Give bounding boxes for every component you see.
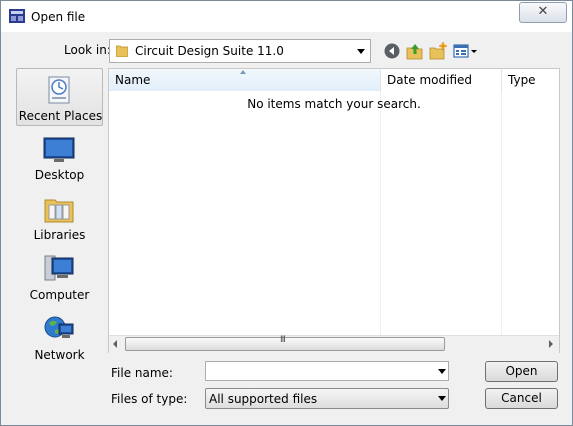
back-icon[interactable] (383, 42, 401, 60)
view-menu-icon[interactable] (453, 42, 479, 60)
open-file-dialog: Open file ✕ Look in: Circuit Design Suit… (0, 0, 573, 426)
place-computer[interactable]: Computer (16, 248, 103, 306)
place-label: Desktop (34, 168, 85, 182)
places-bar: Recent Places Desktop Libraries Computer… (16, 68, 103, 368)
files-of-type-select[interactable]: All supported files (205, 388, 449, 409)
files-of-type-label: Files of type: (111, 392, 188, 406)
file-name-label: File name: (111, 366, 173, 380)
chevron-down-icon[interactable] (438, 369, 446, 374)
files-of-type-value: All supported files (209, 392, 318, 406)
grip-icon: III (280, 335, 286, 345)
scroll-left-icon[interactable] (113, 340, 117, 348)
computer-icon (44, 255, 74, 281)
place-label: Recent Places (18, 109, 103, 123)
column-divider (501, 91, 502, 335)
new-folder-icon[interactable] (429, 42, 447, 60)
horizontal-scrollbar[interactable]: III (109, 335, 559, 353)
column-divider (380, 91, 381, 335)
file-list[interactable]: Name Date modified Type No items match y… (108, 68, 560, 353)
scroll-right-icon[interactable] (549, 340, 553, 348)
place-label: Network (34, 348, 85, 362)
up-folder-icon[interactable] (406, 42, 424, 60)
place-desktop[interactable]: Desktop (16, 128, 103, 186)
place-network[interactable]: Network (16, 308, 103, 366)
column-header-date-modified[interactable]: Date modified (381, 69, 502, 91)
look-in-value: Circuit Design Suite 11.0 (135, 44, 284, 58)
desktop-icon (43, 137, 75, 162)
place-libraries[interactable]: Libraries (16, 188, 103, 246)
column-header-type[interactable]: Type (502, 69, 559, 91)
network-icon (44, 316, 74, 338)
title-bar: Open file ✕ (1, 1, 572, 32)
libraries-icon (44, 199, 74, 223)
window-title: Open file (31, 10, 86, 24)
open-button[interactable]: Open (485, 361, 558, 382)
place-label: Libraries (33, 228, 86, 242)
cancel-button[interactable]: Cancel (485, 388, 558, 409)
sort-ascending-icon (240, 70, 246, 74)
column-header-name[interactable]: Name (109, 69, 381, 91)
place-label: Computer (29, 288, 90, 302)
empty-message: No items match your search. (247, 97, 421, 111)
scrollbar-thumb[interactable]: III (125, 335, 445, 351)
place-recent-places[interactable]: Recent Places (16, 68, 103, 126)
recent-places-icon (48, 76, 70, 104)
close-icon: ✕ (537, 4, 549, 19)
app-icon (9, 9, 25, 23)
chevron-down-icon[interactable] (357, 49, 365, 54)
close-button[interactable]: ✕ (519, 2, 567, 23)
file-name-input[interactable] (205, 361, 449, 381)
chevron-down-icon[interactable] (438, 396, 446, 401)
look-in-label: Look in: (64, 43, 111, 57)
folder-icon (116, 45, 128, 57)
look-in-dropdown[interactable]: Circuit Design Suite 11.0 (109, 39, 371, 63)
